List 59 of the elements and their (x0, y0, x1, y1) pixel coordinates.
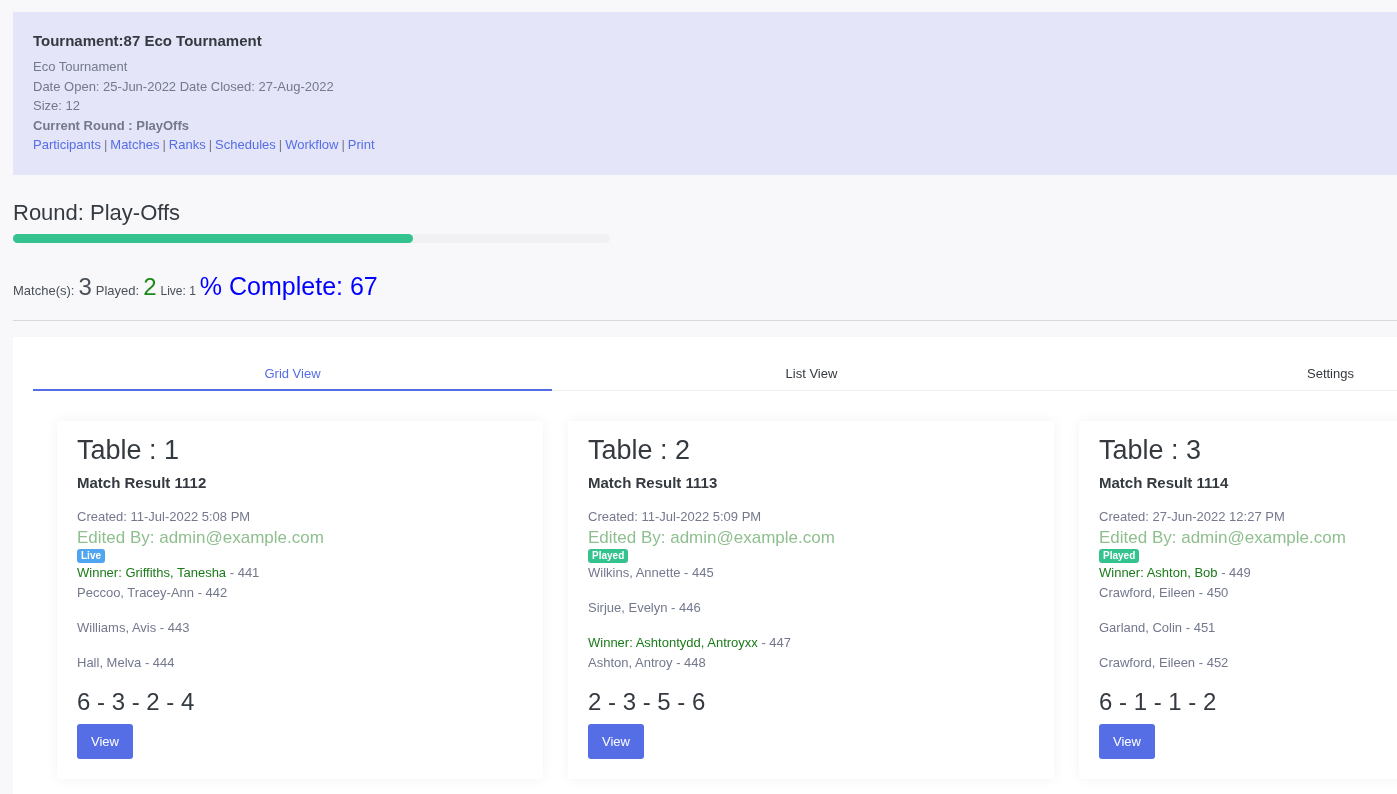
view-button[interactable]: View (77, 724, 133, 759)
link-separator: | (278, 137, 283, 152)
played-count: 2 (143, 273, 157, 301)
created-date: Created: 11-Jul-2022 5:08 PM (77, 509, 252, 524)
view-tab[interactable]: List View (552, 359, 1071, 391)
player-line: Sirjue, Evelyn - 446 (588, 599, 702, 617)
player-line: Winner: Ashtontydd, Antroyxx - 447 (588, 634, 793, 652)
status-badge: Live (77, 549, 105, 563)
player-line: Hall, Melva - 444 (77, 654, 176, 672)
link-separator: | (162, 137, 166, 152)
player-line: Winner: Griffiths, Tanesha - 441 (77, 564, 261, 582)
matches-count: 3 (78, 273, 92, 301)
created-date: Created: 11-Jul-2022 5:09 PM (588, 509, 763, 524)
nav-link[interactable]: Print (347, 137, 375, 152)
live-count: Live: 1 (160, 284, 196, 298)
table-title: Table : 3 (1099, 435, 1203, 466)
view-button[interactable]: View (1099, 724, 1155, 759)
match-result-title: Match Result 1112 (77, 474, 208, 491)
nav-link[interactable]: Ranks (168, 137, 206, 152)
nav-link[interactable]: Matches (110, 137, 160, 152)
view-button[interactable]: View (588, 724, 644, 759)
tournament-size: Size: 12 (33, 97, 81, 115)
score: 2 - 3 - 5 - 6 (588, 688, 707, 716)
tournament-dates: Date Open: 25-Jun-2022 Date Closed: 27-Aug-2022 (33, 77, 335, 96)
status-badge: Played (1099, 549, 1140, 563)
player-line: Garland, Colin - 451 (1099, 619, 1217, 637)
edited-by: Edited By: admin@example.com (77, 528, 325, 548)
matches-label: Matche(s): (13, 283, 75, 298)
round-title: Round: Play-Offs (13, 200, 182, 226)
player-line: Ashton, Antroy - 448 (588, 654, 707, 672)
match-result-title: Match Result 1113 (588, 474, 719, 491)
player-line: Williams, Avis - 443 (77, 619, 191, 637)
link-separator: | (208, 137, 213, 152)
played-label: Played: (95, 283, 140, 298)
tournament-title: Tournament:87 Eco Tournament (33, 32, 263, 49)
match-result-title: Match Result 1114 (1099, 474, 1230, 491)
nav-link[interactable]: Schedules (215, 137, 276, 152)
player-line: Wilkins, Annette - 445 (588, 564, 715, 582)
status-badge: Played (588, 549, 629, 563)
table-title: Table : 1 (77, 435, 181, 466)
link-separator: | (103, 137, 108, 152)
view-tab[interactable]: Grid View (33, 359, 552, 391)
created-date: Created: 27-Jun-2022 12:27 PM (1099, 509, 1286, 524)
player-line: Crawford, Eileen - 450 (1099, 584, 1230, 602)
player-line: Peccoo, Tracey-Ann - 442 (77, 584, 229, 602)
table-title: Table : 2 (588, 435, 692, 466)
player-line: Crawford, Eileen - 452 (1099, 654, 1230, 672)
edited-by: Edited By: admin@example.com (1099, 528, 1347, 548)
nav-link[interactable]: Participants (33, 137, 101, 152)
tournament-name: Eco Tournament (33, 58, 129, 76)
percent-complete: % Complete: 67 (199, 272, 378, 301)
nav-link[interactable]: Workflow (285, 137, 339, 152)
score: 6 - 3 - 2 - 4 (77, 688, 196, 716)
current-round: Current Round : PlayOffs (33, 116, 190, 135)
score: 6 - 1 - 1 - 2 (1099, 688, 1218, 716)
link-separator: | (341, 137, 345, 152)
edited-by: Edited By: admin@example.com (588, 528, 836, 548)
player-line: Winner: Ashton, Bob - 449 (1099, 564, 1252, 582)
view-tab[interactable]: Settings (1071, 359, 1397, 391)
